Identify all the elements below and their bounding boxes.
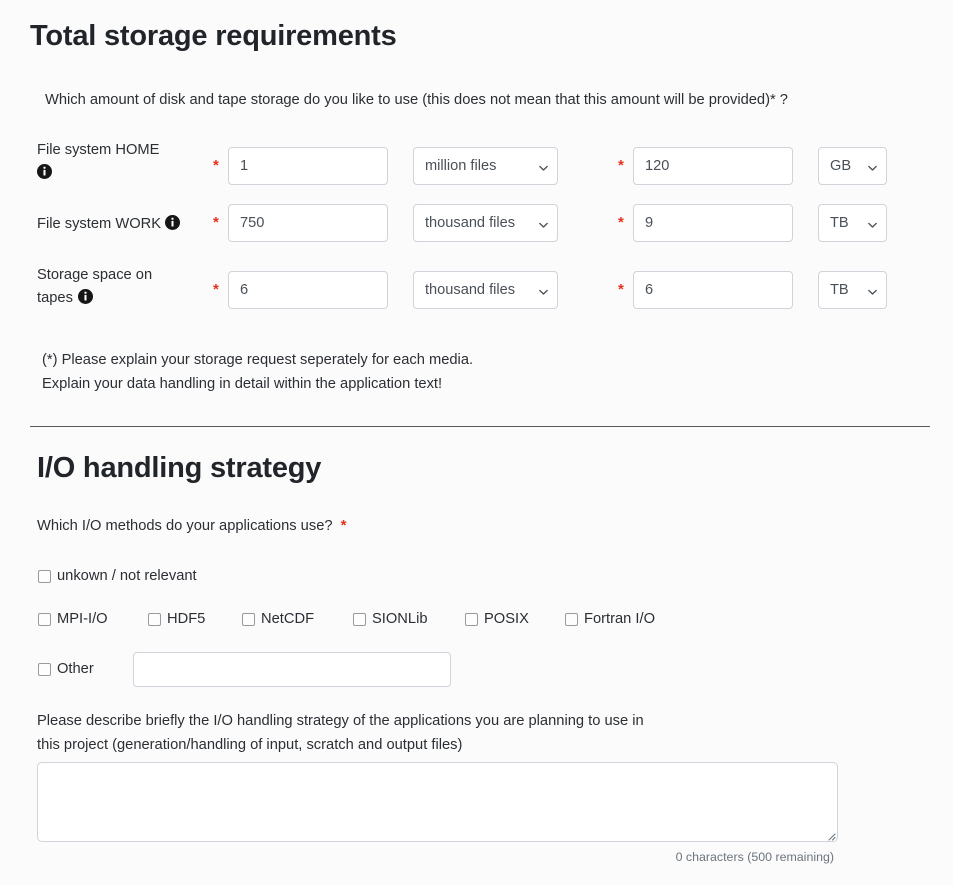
row-label-storage-space-on-tapes: Storage space on tapes (37, 264, 187, 310)
home-files-unit-value: million files (425, 158, 497, 174)
checkbox-box-icon[interactable] (465, 612, 478, 626)
storage-question: Which amount of disk and tape storage do… (45, 92, 788, 108)
io-describe-line-1: Please describe briefly the I/O handling… (37, 713, 644, 729)
checkbox-box-icon[interactable] (353, 612, 366, 626)
home-capacity-unit-select[interactable]: GB (818, 147, 887, 185)
info-icon[interactable] (77, 288, 93, 304)
home-capacity-input[interactable] (633, 147, 793, 185)
row-label-file-system-work: File system WORK (37, 213, 212, 236)
required-star-tape-capacity: * (618, 281, 624, 298)
home-files-input[interactable] (228, 147, 388, 185)
work-files-unit-select[interactable]: thousand files (413, 204, 558, 242)
work-files-unit-value: thousand files (425, 215, 516, 231)
tape-capacity-unit-value: TB (830, 282, 849, 298)
tape-capacity-input[interactable] (633, 271, 793, 309)
checkbox-box-icon[interactable] (242, 612, 255, 626)
checkbox-label: NetCDF (261, 611, 315, 627)
io-section-title: I/O handling strategy (37, 452, 322, 484)
checkbox-box-icon[interactable] (38, 612, 51, 626)
required-star-home-capacity: * (618, 157, 624, 174)
info-icon[interactable] (165, 215, 181, 230)
checkbox-label: MPI-I/O (57, 611, 108, 627)
tape-capacity-unit-select[interactable]: TB (818, 271, 887, 309)
home-files-unit-select[interactable]: million files (413, 147, 558, 185)
checkbox-label: unkown / not relevant (57, 568, 197, 584)
work-capacity-input[interactable] (633, 204, 793, 242)
required-star-io-question: * (340, 517, 347, 534)
io-question-text: Which I/O methods do your applications u… (37, 518, 333, 534)
work-capacity-unit-value: TB (830, 215, 849, 231)
character-counter: 0 characters (500 remaining) (675, 850, 834, 864)
checkbox-box-icon[interactable] (38, 569, 51, 583)
checkbox-fortran-io[interactable]: Fortran I/O (565, 611, 655, 627)
io-question: Which I/O methods do your applications u… (37, 516, 346, 537)
tape-files-unit-select[interactable]: thousand files (413, 271, 558, 309)
io-description-textarea[interactable] (37, 762, 838, 842)
checkbox-mpi-io[interactable]: MPI-I/O (38, 611, 108, 627)
work-files-input[interactable] (228, 204, 388, 242)
section-divider (30, 426, 930, 427)
row-label-text: File system WORK (37, 216, 162, 232)
storage-note-line-2: Explain your data handling in detail wit… (42, 376, 443, 392)
checkbox-posix[interactable]: POSIX (465, 611, 529, 627)
required-star-work-capacity: * (618, 214, 624, 231)
storage-note-line-1: (*) Please explain your storage request … (42, 352, 474, 368)
checkbox-unkown-not-relevant[interactable]: unkown / not relevant (38, 568, 197, 584)
checkbox-label: Fortran I/O (584, 611, 656, 627)
checkbox-box-icon[interactable] (565, 612, 578, 626)
info-icon[interactable] (37, 163, 52, 179)
home-capacity-unit-value: GB (830, 158, 852, 174)
storage-section-title: Total storage requirements (30, 20, 397, 52)
required-star-work-files: * (213, 214, 219, 231)
checkbox-other[interactable]: Other (38, 661, 94, 677)
checkbox-sionlib[interactable]: SIONLib (353, 611, 428, 627)
required-star-home-files: * (213, 157, 219, 174)
row-label-text: File system HOME (37, 142, 160, 158)
checkbox-box-icon[interactable] (148, 612, 161, 626)
checkbox-netcdf[interactable]: NetCDF (242, 611, 314, 627)
row-label-text: Storage space on tapes (37, 267, 153, 306)
io-describe-line-2: this project (generation/handling of inp… (37, 737, 463, 753)
tape-files-unit-value: thousand files (425, 282, 516, 298)
checkbox-hdf5[interactable]: HDF5 (148, 611, 205, 627)
checkbox-label: POSIX (484, 611, 529, 627)
work-capacity-unit-select[interactable]: TB (818, 204, 887, 242)
form-page: Total storage requirements Which amount … (0, 0, 953, 885)
checkbox-label: SIONLib (372, 611, 428, 627)
required-star-tape-files: * (213, 281, 219, 298)
other-io-method-input[interactable] (133, 652, 451, 687)
checkbox-label: Other (57, 661, 94, 677)
row-label-file-system-home: File system HOME (37, 139, 202, 185)
tape-files-input[interactable] (228, 271, 388, 309)
checkbox-label: HDF5 (167, 611, 206, 627)
checkbox-box-icon[interactable] (38, 662, 51, 676)
